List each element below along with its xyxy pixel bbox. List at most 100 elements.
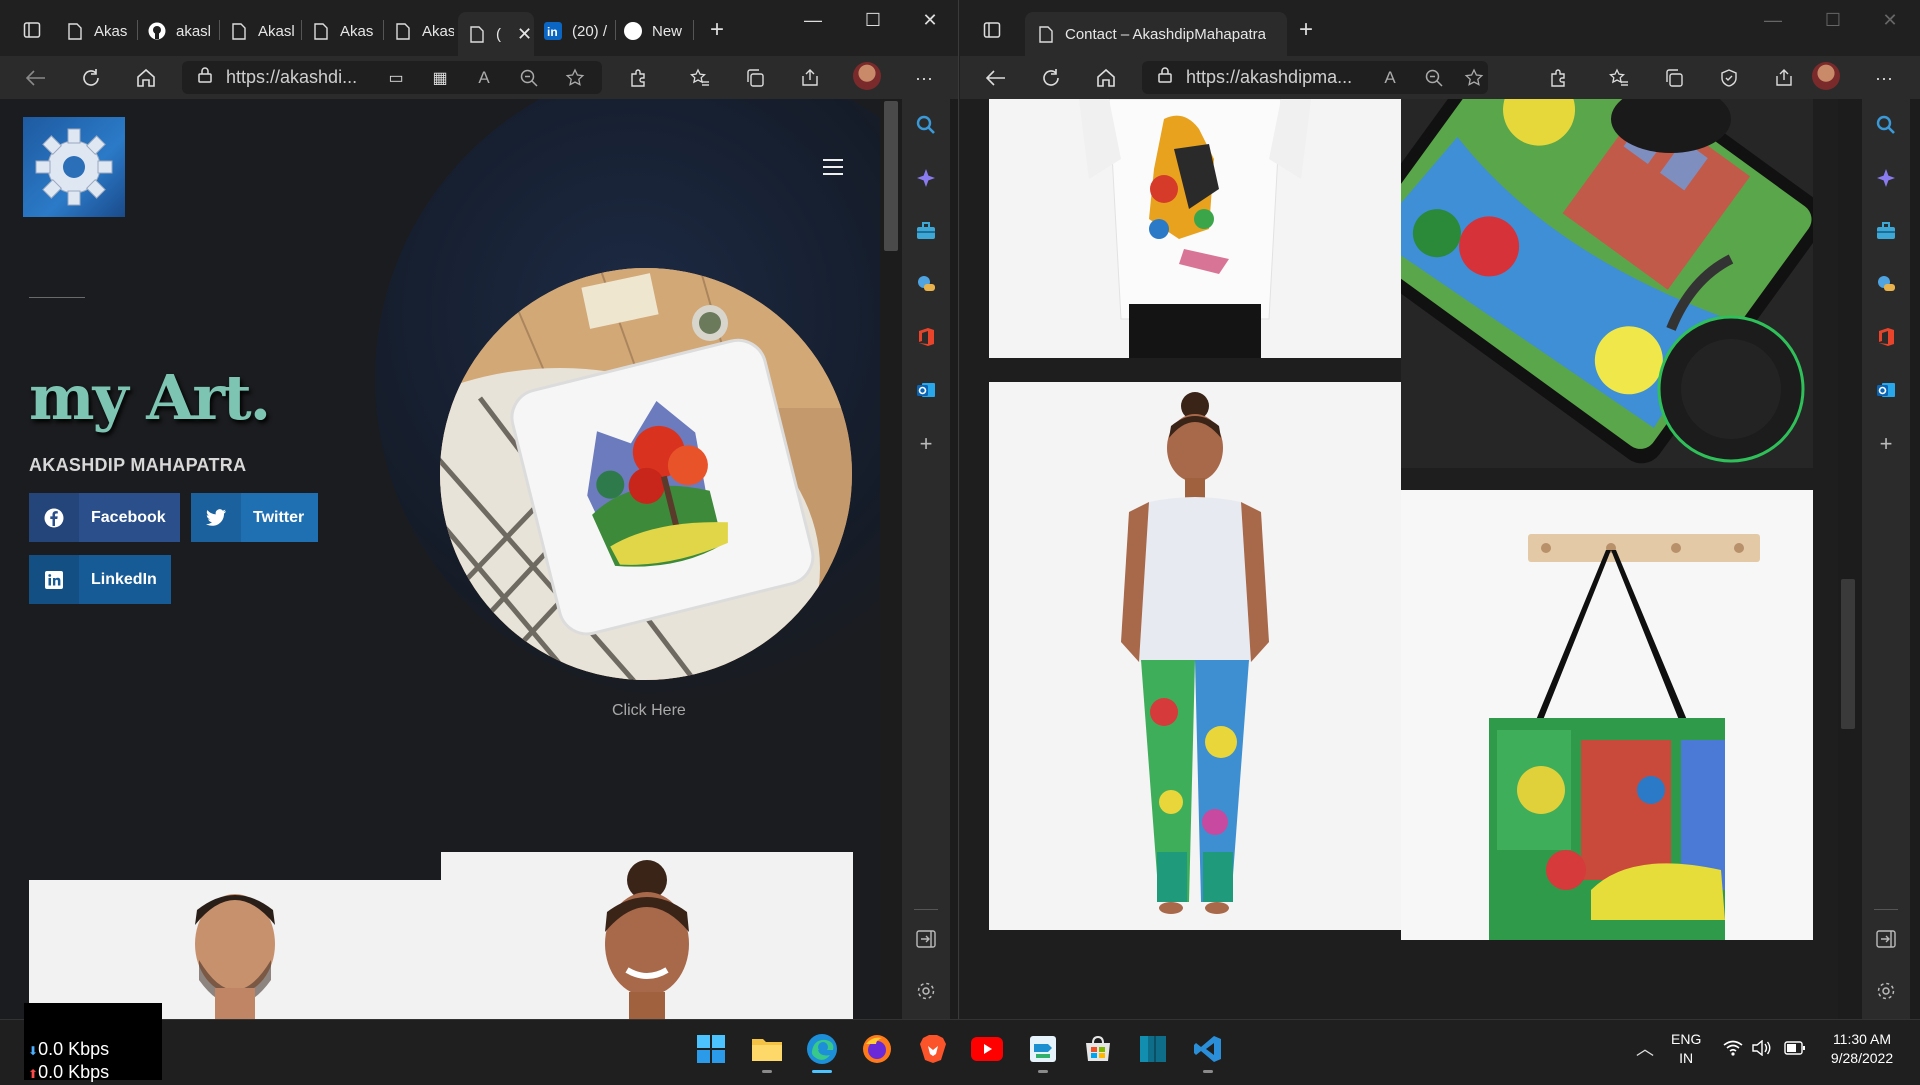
tab-8[interactable]: New: [624, 14, 690, 48]
product-card-woman[interactable]: [441, 852, 853, 1019]
tab-6-active[interactable]: ( ✕: [458, 12, 534, 56]
settings-icon[interactable]: [1874, 979, 1898, 1003]
tools-icon[interactable]: [1874, 219, 1898, 243]
click-here-link[interactable]: Click Here: [612, 702, 686, 720]
collections-icon[interactable]: [1660, 64, 1688, 92]
file-explorer-icon[interactable]: [750, 1032, 784, 1066]
back-icon[interactable]: [22, 64, 50, 92]
show-hidden-icons[interactable]: ︿: [1636, 1040, 1654, 1059]
app-icon[interactable]: [1026, 1032, 1060, 1066]
hide-sidebar-icon[interactable]: [1874, 927, 1898, 951]
refresh-icon[interactable]: [1037, 64, 1065, 92]
collections-icon[interactable]: [741, 64, 769, 92]
zoom-out-icon[interactable]: [515, 64, 543, 92]
product-leggings-image[interactable]: [989, 382, 1401, 930]
start-button[interactable]: [694, 1032, 728, 1066]
vscode-icon[interactable]: [1191, 1032, 1225, 1066]
tab-actions-icon[interactable]: [18, 16, 46, 44]
add-favorite-icon[interactable]: [1460, 64, 1488, 92]
extensions-icon[interactable]: [1544, 64, 1572, 92]
featured-pillow-image[interactable]: [440, 268, 852, 680]
profile-avatar[interactable]: [1812, 62, 1840, 90]
home-icon[interactable]: [132, 64, 160, 92]
tab-5[interactable]: Akas: [394, 14, 454, 48]
product-tote-bag-image[interactable]: [1401, 490, 1813, 940]
new-tab-icon[interactable]: +: [703, 16, 731, 44]
tab-2[interactable]: akasl: [148, 14, 214, 48]
close-tab-icon[interactable]: ✕: [517, 24, 532, 45]
office-icon[interactable]: [1874, 325, 1898, 349]
close-window-icon[interactable]: ✕: [1867, 10, 1913, 31]
scrollbar[interactable]: [880, 99, 902, 1019]
youtube-icon[interactable]: [970, 1032, 1004, 1066]
app-available-icon[interactable]: ▭: [382, 64, 410, 92]
new-tab-icon[interactable]: +: [1292, 16, 1320, 44]
favorites-icon[interactable]: [1605, 64, 1633, 92]
linkedin-button[interactable]: LinkedIn: [29, 555, 171, 604]
refresh-icon[interactable]: [77, 64, 105, 92]
discover-icon[interactable]: [1874, 166, 1898, 190]
favorites-icon[interactable]: [686, 64, 714, 92]
add-favorite-icon[interactable]: [561, 64, 589, 92]
close-tab-icon[interactable]: ✕: [1286, 24, 1287, 44]
firefox-icon[interactable]: [860, 1032, 894, 1066]
add-icon[interactable]: +: [914, 431, 938, 456]
wifi-icon[interactable]: [1723, 1040, 1743, 1061]
browser-essentials-icon[interactable]: [1715, 64, 1743, 92]
games-icon[interactable]: [1874, 272, 1898, 296]
search-icon[interactable]: [914, 113, 938, 137]
profile-avatar[interactable]: [853, 62, 881, 90]
tab-contact-active[interactable]: Contact – AkashdipMahapatra ✕: [1025, 12, 1287, 56]
zoom-out-icon[interactable]: [1420, 64, 1448, 92]
tab-4[interactable]: Akas: [312, 14, 378, 48]
volume-icon[interactable]: [1752, 1039, 1772, 1061]
scrollbar-thumb[interactable]: [884, 101, 898, 251]
app-panel-icon[interactable]: [1136, 1032, 1170, 1066]
maximize-icon[interactable]: ☐: [1810, 10, 1856, 31]
more-options-icon[interactable]: ···: [1870, 64, 1898, 92]
games-icon[interactable]: [914, 272, 938, 296]
tab-3[interactable]: Akasl: [230, 14, 296, 48]
minimize-icon[interactable]: —: [790, 10, 836, 31]
scrollbar[interactable]: [1838, 99, 1858, 1019]
clock[interactable]: 11:30 AM 9/28/2022: [1822, 1030, 1902, 1068]
edge-icon[interactable]: [805, 1032, 839, 1066]
read-aloud-icon[interactable]: A: [470, 64, 498, 92]
tab-1[interactable]: Akas: [66, 14, 132, 48]
product-card-man[interactable]: [29, 880, 442, 1019]
product-mousepad-image[interactable]: [1401, 99, 1813, 468]
tab-label: New: [652, 22, 683, 40]
discover-icon[interactable]: [914, 166, 938, 190]
hamburger-menu-icon[interactable]: [823, 159, 843, 175]
microsoft-store-icon[interactable]: [1081, 1032, 1115, 1066]
minimize-icon[interactable]: —: [1750, 10, 1796, 31]
tab-7[interactable]: in (20) /: [544, 14, 620, 48]
add-icon[interactable]: +: [1874, 431, 1898, 456]
read-aloud-icon[interactable]: A: [1376, 64, 1404, 92]
settings-icon[interactable]: [914, 979, 938, 1003]
extensions-icon[interactable]: [624, 64, 652, 92]
back-icon[interactable]: [982, 64, 1010, 92]
language-indicator[interactable]: ENG IN: [1671, 1030, 1701, 1068]
tools-icon[interactable]: [914, 219, 938, 243]
battery-icon[interactable]: [1784, 1041, 1806, 1060]
site-logo[interactable]: [23, 117, 125, 217]
hide-sidebar-icon[interactable]: [914, 927, 938, 951]
apps-grid-icon[interactable]: ▦: [426, 64, 454, 92]
search-icon[interactable]: [1874, 113, 1898, 137]
share-icon[interactable]: [1770, 64, 1798, 92]
tab-actions-icon[interactable]: [978, 16, 1006, 44]
maximize-icon[interactable]: ☐: [850, 10, 896, 31]
share-icon[interactable]: [796, 64, 824, 92]
close-window-icon[interactable]: ✕: [907, 10, 953, 31]
more-options-icon[interactable]: ···: [910, 64, 938, 92]
twitter-button[interactable]: Twitter: [191, 493, 319, 542]
scrollbar-thumb[interactable]: [1841, 579, 1855, 729]
brave-icon[interactable]: [916, 1032, 950, 1066]
office-icon[interactable]: [914, 325, 938, 349]
home-icon[interactable]: [1092, 64, 1120, 92]
product-tshirt-image[interactable]: [989, 99, 1401, 358]
facebook-button[interactable]: Facebook: [29, 493, 180, 542]
outlook-icon[interactable]: [1874, 378, 1898, 402]
outlook-icon[interactable]: [914, 378, 938, 402]
